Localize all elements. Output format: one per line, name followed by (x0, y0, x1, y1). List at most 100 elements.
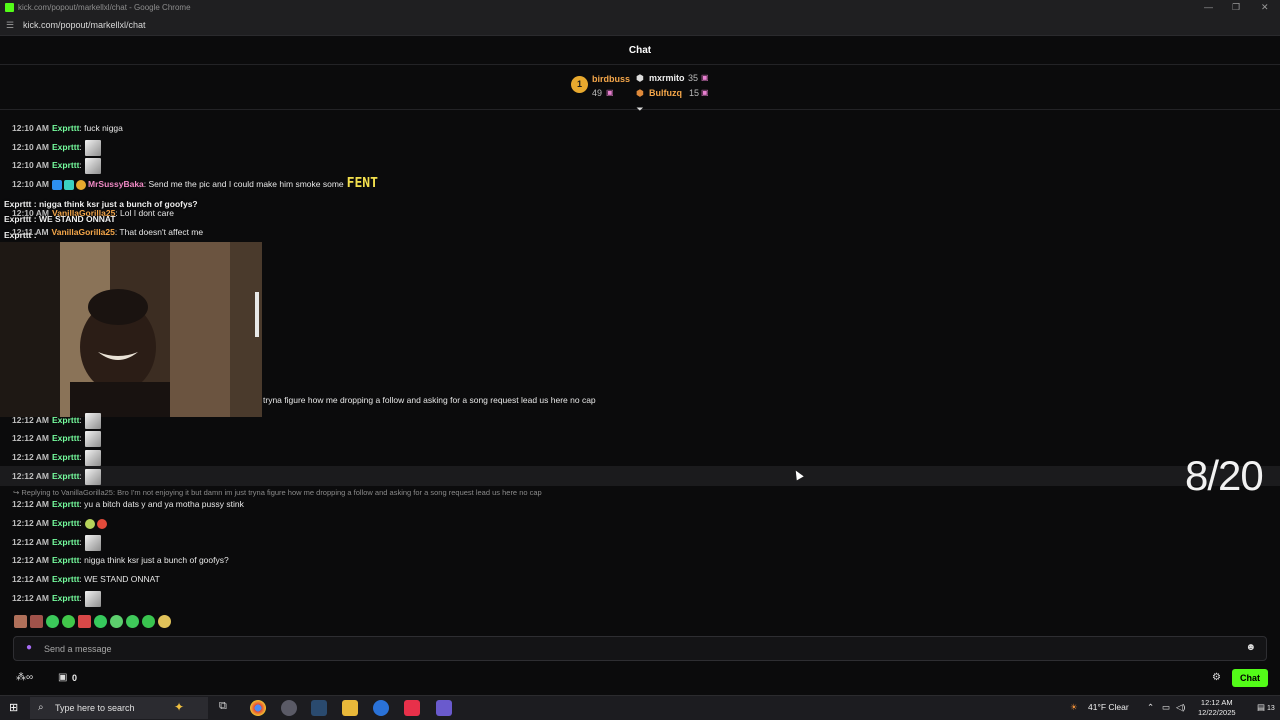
chat-message[interactable]: 12:10 AM Exprttt: (12, 139, 101, 156)
leaderboard-second-count: 35 (688, 73, 699, 83)
username[interactable]: Exprttt (52, 142, 79, 152)
emote-button[interactable] (46, 615, 59, 628)
emote-text: FENT (346, 176, 378, 191)
username[interactable]: Exprttt (52, 593, 79, 603)
rank-two-icon: ⬢ (636, 73, 644, 83)
username[interactable]: Exprttt (52, 555, 79, 565)
site-info-icon[interactable]: ☰ (6, 20, 14, 31)
chat-input[interactable]: ● Send a message ☻ (13, 636, 1267, 661)
emote-button[interactable] (62, 615, 75, 628)
overlay-chat-line: Exprttt : nigga think ksr just a bunch o… (4, 199, 198, 209)
rank-three-icon: ⬢ (636, 88, 644, 98)
leaderboard-third-name[interactable]: Bulfuzq (649, 88, 682, 98)
network-icon[interactable]: ▭ (1162, 702, 1170, 713)
points-count: 0 (72, 673, 78, 683)
maximize-icon[interactable]: ❐ (1232, 2, 1240, 13)
chat-message[interactable]: 12:12 AM Exprttt: yu a bitch dats y and y… (12, 496, 244, 512)
emote-button[interactable] (14, 615, 27, 628)
chat-message[interactable]: 12:12 AM Exprttt: (12, 515, 109, 531)
username[interactable]: Exprttt (52, 499, 79, 509)
webcam-image (0, 242, 262, 417)
emote-button[interactable] (78, 615, 91, 628)
webcam-overlay (0, 242, 262, 417)
emote-image (84, 449, 101, 466)
emoji-icon (84, 518, 95, 529)
settings-gear-icon[interactable]: ⚙ (1212, 672, 1221, 683)
goal-counter-overlay: 8/20 (1185, 452, 1264, 499)
emote-button[interactable] (30, 615, 43, 628)
emote-image (84, 590, 101, 607)
chat-message[interactable]: 12:12 AM Exprttt: (12, 412, 101, 429)
kick-points-icon[interactable]: ⁂∞ (16, 672, 33, 683)
gift-icon: ▣ (606, 88, 614, 97)
username[interactable]: Exprttt (52, 160, 79, 170)
chat-message[interactable]: 12:12 AM Exprttt: nigga think ksr just a … (12, 552, 229, 568)
microphone-icon[interactable]: ● (26, 642, 32, 653)
chat-message[interactable]: 12:12 AM Exprttt: WE STAND ONNAT (12, 571, 160, 587)
username[interactable]: Exprttt (52, 471, 79, 481)
username[interactable]: Exprttt (52, 433, 79, 443)
chrome-icon[interactable] (250, 700, 266, 716)
send-chat-button[interactable]: Chat (1232, 669, 1268, 687)
expand-chevron-icon[interactable]: ⏷ (635, 104, 645, 114)
app-icon[interactable] (281, 700, 297, 716)
chat-footer: ⁂∞ ▣ 0 ⚙ (0, 666, 1280, 694)
notifications-count: 13 (1267, 705, 1275, 712)
chat-message-long[interactable]: tryna figure how me dropping a follow an… (263, 392, 596, 408)
chat-input-placeholder[interactable]: Send a message (44, 644, 112, 654)
badge-icon (76, 179, 87, 190)
minimize-icon[interactable]: — (1204, 2, 1213, 12)
chat-message[interactable]: 12:12 AM Exprttt: (12, 590, 101, 607)
taskbar-clock[interactable]: 12:12 AM 12/22/2025 (1198, 698, 1236, 718)
emote-button[interactable] (94, 615, 107, 628)
close-icon[interactable]: ✕ (1261, 2, 1269, 13)
emote-image (84, 534, 101, 551)
leaderboard-second-name[interactable]: mxrmito (649, 73, 685, 83)
steam-icon[interactable] (311, 700, 327, 716)
username[interactable]: VanillaGorilla25 (52, 227, 115, 237)
emoji-picker-icon[interactable]: ☻ (1245, 642, 1256, 653)
active-app-icon[interactable] (436, 700, 452, 716)
username[interactable]: Exprttt (52, 518, 79, 528)
task-view-icon[interactable]: ⧉ (219, 700, 227, 713)
search-icon: ⌕ (38, 702, 44, 713)
volume-icon[interactable]: ◁) (1176, 702, 1185, 713)
address-bar[interactable]: ☰ kick.com/popout/markellxl/chat (0, 15, 1280, 36)
username[interactable]: MrSussyBaka (88, 179, 144, 189)
chat-message[interactable]: 12:12 AM Exprttt: (12, 534, 101, 551)
copilot-sparkle-icon[interactable]: ✦ (174, 700, 184, 714)
weather-text[interactable]: 41°F Clear (1088, 702, 1129, 712)
hovered-message-row[interactable] (0, 466, 1280, 486)
chat-message[interactable]: 12:10 AM Exprttt: fuck nigga (12, 120, 123, 136)
kick-favicon-icon (5, 3, 14, 12)
music-icon[interactable] (404, 700, 420, 716)
emote-button[interactable] (110, 615, 123, 628)
username[interactable]: Exprttt (52, 452, 79, 462)
chat-message[interactable]: 12:12 AM Exprttt: (12, 430, 101, 447)
emote-button[interactable] (126, 615, 139, 628)
emote-button[interactable] (142, 615, 155, 628)
emote-image (84, 157, 101, 174)
emote-button[interactable] (158, 615, 171, 628)
chat-message[interactable]: 12:11 AM VanillaGorilla25: That doesn't a… (12, 224, 203, 240)
tray-chevron-icon[interactable]: ⌃ (1147, 702, 1154, 713)
file-explorer-icon[interactable] (342, 700, 358, 716)
username[interactable]: Exprttt (52, 123, 79, 133)
username[interactable]: Exprttt (52, 574, 79, 584)
notifications-icon[interactable]: ▤ (1257, 702, 1265, 713)
app-icon[interactable] (373, 700, 389, 716)
leaderboard-third-count: 15 (689, 88, 700, 98)
windows-start-icon[interactable]: ⊞ (9, 701, 18, 714)
overlay-chat-line: Exprttt : (4, 230, 37, 240)
leaderboard-first-name[interactable]: birdbuss (592, 74, 630, 84)
chat-message[interactable]: 12:12 AM Exprttt: (12, 468, 101, 485)
username[interactable]: Exprttt (52, 415, 79, 425)
chat-message[interactable]: 12:12 AM Exprttt: (12, 449, 101, 466)
chat-message[interactable]: 12:10 AM MrSussyBaka: Send me the pic and… (12, 176, 378, 192)
emoji-icon (96, 518, 107, 529)
chat-message[interactable]: 12:10 AM Exprttt: (12, 157, 101, 174)
username[interactable]: Exprttt (52, 537, 79, 547)
gift-icon[interactable]: ▣ (58, 672, 67, 683)
chat-header: Chat (0, 36, 1280, 65)
url-text[interactable]: kick.com/popout/markellxl/chat (23, 20, 146, 30)
